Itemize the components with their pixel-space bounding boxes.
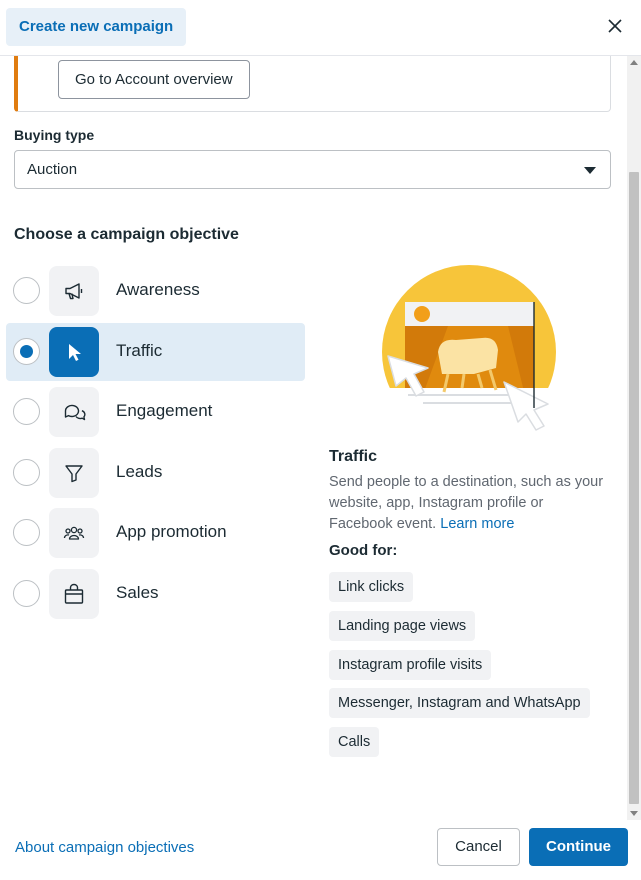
objective-icon-tile (49, 448, 99, 498)
about-objectives-link[interactable]: About campaign objectives (15, 839, 194, 856)
vertical-scrollbar[interactable] (627, 56, 641, 820)
close-icon (608, 19, 622, 33)
objective-radio[interactable] (13, 580, 40, 607)
traffic-illustration (382, 265, 556, 444)
objective-option-traffic[interactable]: Traffic (6, 323, 305, 381)
objective-icon-tile (49, 569, 99, 619)
objective-icon-tile (49, 266, 99, 316)
objective-icon-tile (49, 327, 99, 377)
objective-radio[interactable] (13, 459, 40, 486)
objective-label: Leads (116, 462, 163, 481)
dialog-header: Create new campaign (0, 0, 641, 56)
cancel-button[interactable]: Cancel (437, 828, 520, 866)
objective-option-leads[interactable]: Leads (6, 444, 305, 502)
continue-button[interactable]: Continue (529, 828, 628, 866)
objective-option-awareness[interactable]: Awareness (6, 262, 305, 320)
good-for-tag: Messenger, Instagram and WhatsApp (329, 688, 590, 718)
good-for-tag: Landing page views (329, 611, 476, 641)
objective-label: Awareness (116, 280, 200, 299)
cursor-icon (69, 344, 81, 361)
good-for-label: Good for: (329, 542, 398, 559)
funnel-icon (65, 465, 83, 483)
objective-label: Traffic (116, 341, 163, 360)
good-for-tag: Calls (329, 727, 380, 757)
close-button[interactable] (605, 16, 625, 36)
objective-icon-tile (49, 508, 99, 558)
objective-option-app-promotion[interactable]: App promotion (6, 504, 305, 562)
account-notice-card: Go to Account overview (14, 56, 611, 112)
objective-heading: Choose a campaign objective (14, 226, 239, 243)
good-for-tag: Link clicks (329, 572, 414, 602)
dialog-body: Go to Account overview Buying type Aucti… (0, 56, 627, 820)
objective-radio[interactable] (13, 519, 40, 546)
detail-description: Send people to a destination, such as yo… (329, 472, 611, 535)
scrollbar-thumb[interactable] (629, 172, 639, 804)
caret-down-icon (584, 167, 596, 174)
scroll-up-arrow-icon[interactable] (630, 60, 638, 65)
buying-type-select[interactable]: Auction (14, 150, 611, 189)
chat-bubbles-icon (64, 404, 86, 421)
objective-label: Sales (116, 583, 159, 602)
create-campaign-tab[interactable]: Create new campaign (6, 8, 187, 46)
objective-label: Engagement (116, 401, 213, 420)
objective-icon-tile (49, 387, 99, 437)
objective-label: App promotion (116, 522, 227, 541)
objective-option-sales[interactable]: Sales (6, 565, 305, 623)
detail-title: Traffic (329, 448, 378, 465)
learn-more-link[interactable]: Learn more (440, 516, 514, 532)
scroll-down-arrow-icon[interactable] (630, 811, 638, 816)
objective-option-engagement[interactable]: Engagement (6, 383, 305, 441)
objective-radio[interactable] (13, 277, 40, 304)
buying-type-value: Auction (27, 161, 78, 178)
objective-radio[interactable] (13, 398, 40, 425)
buying-type-label: Buying type (14, 127, 95, 143)
people-icon (63, 526, 85, 540)
objective-radio-checked[interactable] (13, 338, 40, 365)
megaphone-icon (65, 283, 83, 300)
good-for-tag: Instagram profile visits (329, 650, 492, 680)
account-overview-button[interactable]: Go to Account overview (58, 60, 250, 99)
shopping-bag-icon (64, 583, 84, 604)
dialog-footer: About campaign objectives Cancel Continu… (0, 820, 641, 880)
